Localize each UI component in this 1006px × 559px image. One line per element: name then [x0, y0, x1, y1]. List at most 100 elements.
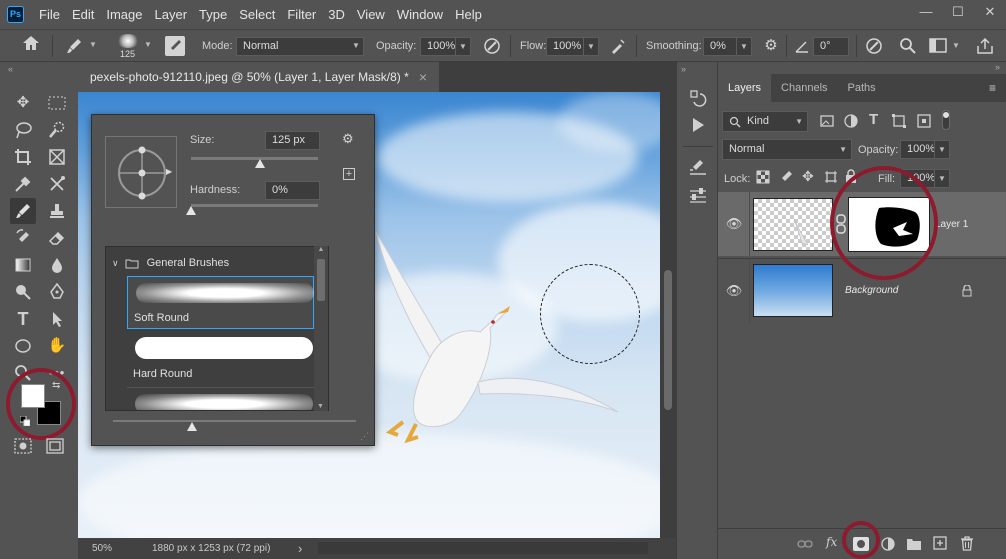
- brush-picker-chevron-icon[interactable]: ▼: [144, 40, 152, 49]
- zoom-level[interactable]: 50%: [92, 538, 112, 559]
- pressure-size-icon[interactable]: [864, 36, 884, 56]
- history-brush-tool-icon[interactable]: [10, 225, 36, 251]
- blur-tool-icon[interactable]: [44, 252, 70, 278]
- size-input[interactable]: 125 px: [265, 131, 320, 150]
- hardness-slider-thumb[interactable]: [186, 206, 196, 215]
- lasso-tool-icon[interactable]: [10, 117, 36, 143]
- link-layers-icon[interactable]: [797, 537, 813, 551]
- menu-window[interactable]: Window: [397, 0, 443, 29]
- scrollbar-thumb[interactable]: [664, 270, 672, 410]
- flow-dropdown-icon[interactable]: ▼: [583, 37, 599, 56]
- type-tool-icon[interactable]: T: [10, 306, 36, 332]
- eyedropper-tool-icon[interactable]: [10, 171, 36, 197]
- menu-filter[interactable]: Filter: [287, 0, 316, 29]
- brush-list-scrollbar[interactable]: ▲ ▼: [314, 246, 328, 411]
- menu-file[interactable]: File: [39, 0, 60, 29]
- adjustment-sliders-icon[interactable]: [688, 186, 708, 206]
- menu-view[interactable]: View: [357, 0, 385, 29]
- menu-3d[interactable]: 3D: [328, 0, 345, 29]
- frame-tool-icon[interactable]: [44, 144, 70, 170]
- filter-kind-select[interactable]: Kind ▼: [722, 111, 808, 132]
- brush-tool-icon[interactable]: [10, 198, 36, 224]
- blend-mode-select[interactable]: Normal ▼: [722, 139, 852, 160]
- brush-settings-panel-icon[interactable]: [165, 36, 185, 56]
- gradient-tool-icon[interactable]: [10, 252, 36, 278]
- pixel-filter-icon[interactable]: [819, 113, 835, 129]
- marquee-tool-icon[interactable]: [44, 90, 70, 116]
- gear-icon[interactable]: ⚙: [342, 131, 354, 147]
- lock-artboard-icon[interactable]: [824, 170, 838, 184]
- move-tool-icon[interactable]: ✥: [10, 90, 36, 116]
- new-layer-icon[interactable]: [933, 536, 947, 550]
- layer-name[interactable]: Background: [845, 285, 898, 296]
- layer-opacity-input[interactable]: 100%: [900, 140, 936, 159]
- lock-icon[interactable]: [962, 283, 972, 297]
- folder-icon[interactable]: [906, 537, 922, 551]
- fx-icon[interactable]: fx: [826, 535, 837, 549]
- status-arrow-icon[interactable]: ›: [298, 538, 302, 559]
- document-tab[interactable]: pexels-photo-912110.jpeg @ 50% (Layer 1,…: [78, 62, 439, 92]
- maximize-button[interactable]: ☐: [942, 1, 974, 23]
- trash-icon[interactable]: [960, 536, 974, 551]
- hand-tool-icon[interactable]: ✋: [44, 333, 70, 359]
- adjustment-layer-icon[interactable]: [880, 536, 896, 552]
- scroll-up-icon[interactable]: ▲: [314, 246, 328, 253]
- stamp-tool-icon[interactable]: [44, 198, 70, 224]
- smoothing-dropdown-icon[interactable]: ▼: [736, 37, 752, 56]
- ruler-tool-icon[interactable]: [44, 171, 70, 197]
- collapse-icon[interactable]: »: [995, 62, 1000, 72]
- crop-tool-icon[interactable]: [10, 144, 36, 170]
- fill-dropdown-icon[interactable]: ▼: [934, 169, 950, 188]
- workspace-chevron-icon[interactable]: ▼: [952, 41, 960, 50]
- opacity-input[interactable]: 100%: [420, 37, 456, 56]
- chevron-down-icon[interactable]: ▼: [89, 40, 97, 49]
- menu-help[interactable]: Help: [455, 0, 482, 29]
- menu-layer[interactable]: Layer: [155, 0, 188, 29]
- menu-image[interactable]: Image: [106, 0, 142, 29]
- brush-preset-partial[interactable]: [127, 387, 314, 410]
- tab-channels[interactable]: Channels: [771, 73, 837, 103]
- collapse-icon[interactable]: »: [681, 64, 686, 74]
- angle-input[interactable]: 0°: [813, 37, 849, 56]
- brush-preview-icon[interactable]: [117, 34, 139, 48]
- brush-preset-hard-round[interactable]: Hard Round: [127, 331, 314, 384]
- gear-icon[interactable]: ⚙: [762, 37, 780, 55]
- lock-pixels-icon[interactable]: [779, 170, 793, 184]
- home-icon[interactable]: [20, 35, 42, 57]
- history-panel-icon[interactable]: [688, 88, 708, 108]
- scrollbar-thumb[interactable]: [317, 259, 325, 301]
- workspace-icon[interactable]: [929, 37, 949, 55]
- chevron-down-icon[interactable]: ∨: [112, 258, 119, 269]
- new-preset-icon[interactable]: +: [343, 168, 355, 180]
- type-filter-icon[interactable]: T: [869, 111, 878, 128]
- preview-size-slider[interactable]: [113, 420, 356, 422]
- lock-position-icon[interactable]: ✥: [802, 168, 814, 185]
- menu-edit[interactable]: Edit: [72, 0, 94, 29]
- smart-object-filter-icon[interactable]: [916, 113, 932, 129]
- pressure-opacity-icon[interactable]: [482, 36, 502, 56]
- ellipse-tool-icon[interactable]: [10, 333, 36, 359]
- resize-grip-icon[interactable]: ⋰: [360, 431, 369, 442]
- search-icon[interactable]: [899, 37, 917, 55]
- filter-toggle[interactable]: [942, 110, 950, 130]
- eraser-tool-icon[interactable]: [44, 225, 70, 251]
- collapse-icon[interactable]: «: [8, 64, 13, 74]
- brush-settings-icon[interactable]: [688, 158, 708, 178]
- adjustment-filter-icon[interactable]: [843, 113, 859, 129]
- shape-filter-icon[interactable]: [891, 113, 907, 129]
- quick-selection-tool-icon[interactable]: [44, 117, 70, 143]
- tab-layers[interactable]: Layers: [718, 73, 772, 103]
- share-icon[interactable]: [975, 36, 995, 56]
- hardness-input[interactable]: 0%: [265, 181, 320, 200]
- visibility-eye-icon[interactable]: 👁: [723, 283, 745, 299]
- hardness-slider[interactable]: [191, 204, 318, 207]
- lock-transparent-icon[interactable]: [756, 170, 770, 184]
- mode-select[interactable]: Normal: [236, 37, 364, 56]
- quick-mask-icon[interactable]: [14, 438, 32, 454]
- close-tab-icon[interactable]: ×: [419, 62, 427, 92]
- flow-input[interactable]: 100%: [546, 37, 584, 56]
- panel-menu-icon[interactable]: ≡: [989, 81, 996, 95]
- size-slider-thumb[interactable]: [254, 159, 265, 168]
- layer-thumbnail[interactable]: [753, 197, 833, 251]
- path-selection-tool-icon[interactable]: [44, 306, 70, 332]
